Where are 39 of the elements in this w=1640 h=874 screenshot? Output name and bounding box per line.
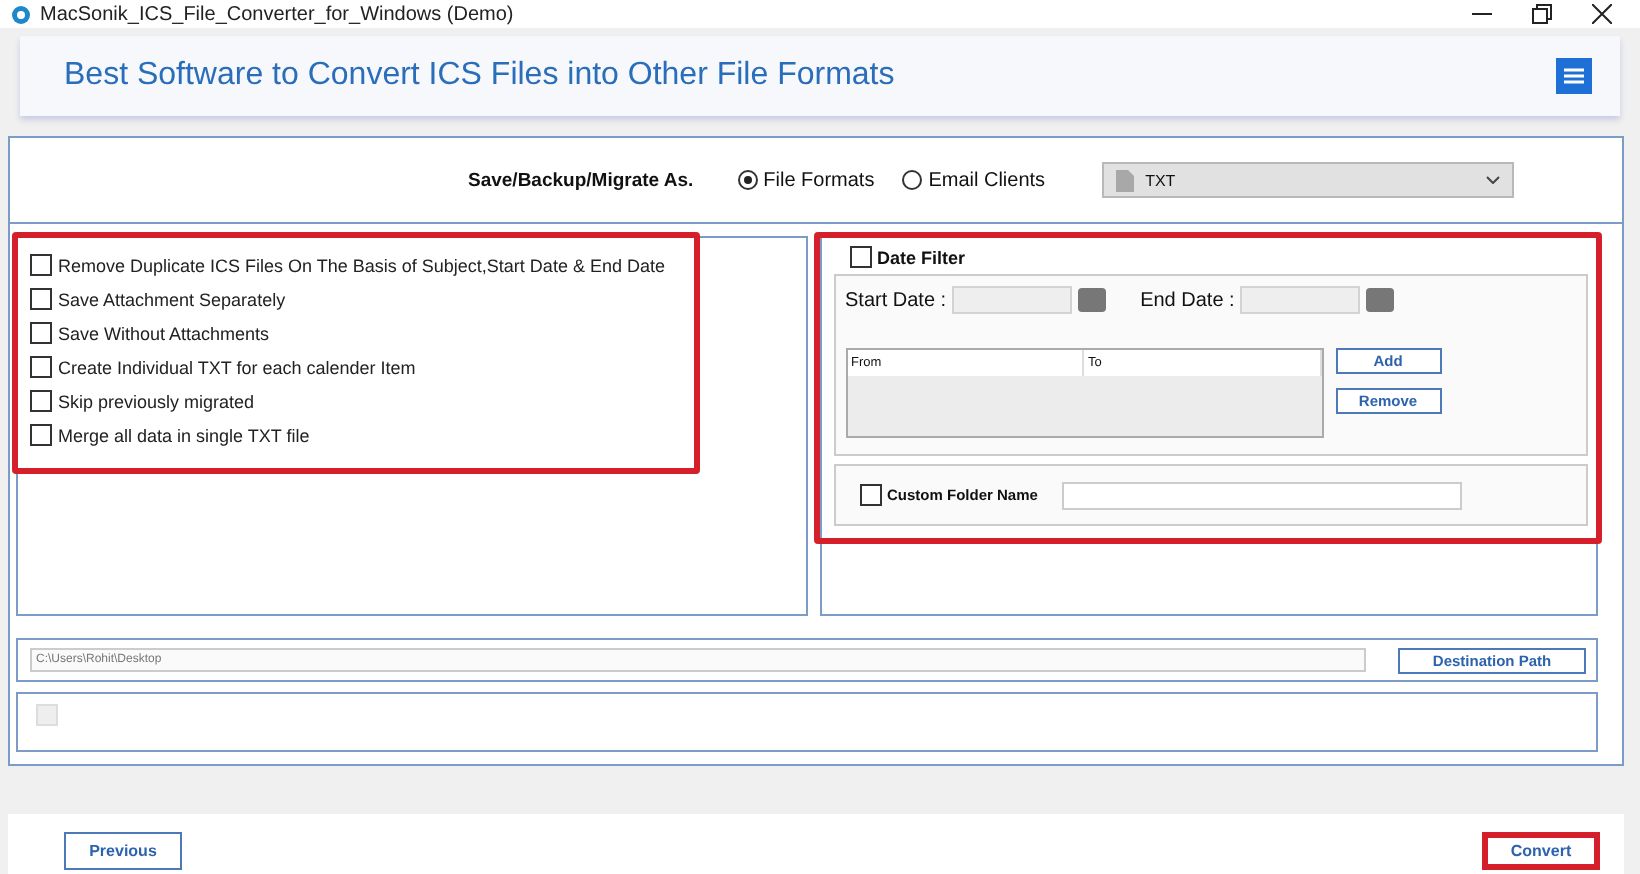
radio-label: File Formats (763, 169, 875, 191)
previous-button[interactable]: Previous (64, 831, 182, 869)
start-date-label: Start Date : (845, 289, 947, 311)
option-label: Skip previously migrated (58, 391, 255, 411)
window-title: MacSonik_ICS_File_Converter_for_Windows (Demo) (40, 3, 516, 25)
end-date-field[interactable] (1240, 286, 1361, 314)
checkbox[interactable] (30, 322, 52, 344)
option-label: Save Attachment Separately (58, 289, 286, 309)
checkbox[interactable] (30, 356, 52, 378)
checkbox[interactable] (30, 254, 52, 276)
save-as-label: Save/Backup/Migrate As. (468, 169, 694, 191)
close-icon[interactable] (1592, 4, 1612, 24)
option-label: Save Without Attachments (58, 323, 270, 343)
format-dropdown[interactable]: TXT (1101, 162, 1514, 198)
radio-button[interactable] (737, 170, 758, 190)
option-label: Merge all data in single TXT file (58, 425, 310, 445)
menu-button[interactable] (1556, 58, 1592, 94)
folder-name-field[interactable] (1061, 481, 1462, 509)
checkbox[interactable] (30, 390, 52, 412)
convert-button[interactable]: Convert (1482, 831, 1600, 869)
calendar-button[interactable] (1078, 288, 1107, 312)
checkbox[interactable] (30, 288, 52, 310)
end-date-label: End Date : (1140, 289, 1235, 311)
checkbox[interactable] (30, 424, 52, 446)
menu-icon (1564, 68, 1584, 84)
restore-icon[interactable] (1532, 4, 1552, 24)
option-label: Create Individual TXT for each calender Item (58, 357, 416, 377)
radio-label: Email Clients (928, 169, 1046, 191)
radio-button[interactable] (902, 170, 923, 190)
app-icon (12, 5, 30, 23)
date-filter-label: Date Filter (877, 247, 966, 267)
option-label: Remove Duplicate ICS Files On The Basis of Subject,Start Date & End Date (58, 255, 665, 275)
checkbox[interactable] (849, 246, 871, 268)
checkbox[interactable] (859, 484, 881, 506)
start-date-field[interactable] (952, 286, 1073, 314)
file-icon (1115, 169, 1134, 191)
chevron-icon (1485, 176, 1500, 184)
app-heading: Best Software to Convert ICS Files into Other File Formats (64, 58, 895, 94)
calendar-button[interactable] (1366, 288, 1395, 312)
